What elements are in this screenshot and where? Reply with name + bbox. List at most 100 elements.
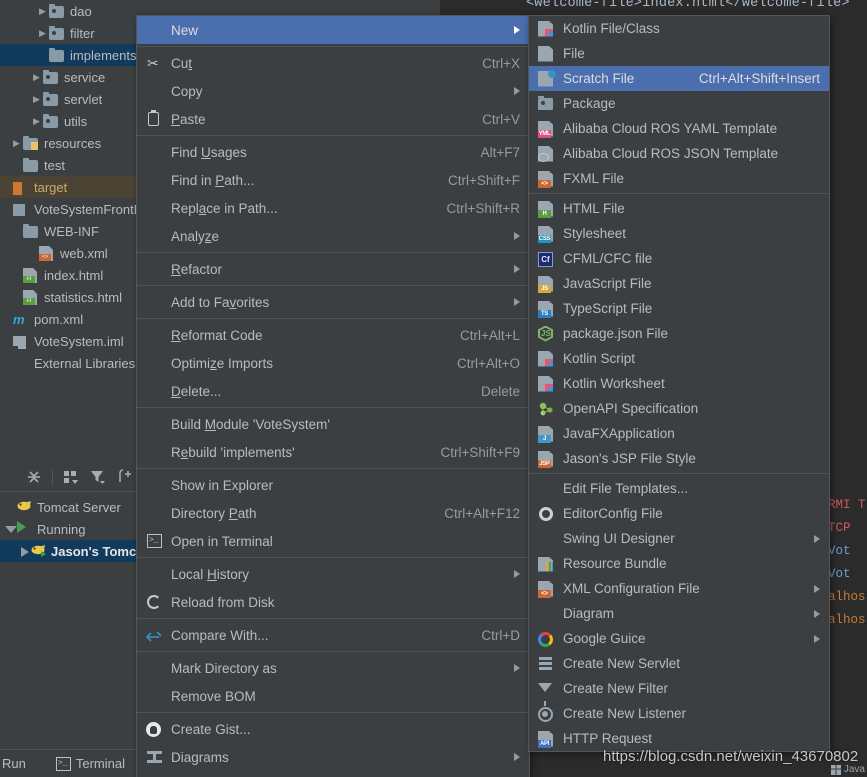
new-item-fxml-file[interactable]: <> FXML File <box>529 166 829 191</box>
run-toolbar[interactable] <box>0 463 152 492</box>
menu-item-delete[interactable]: Delete... Delete <box>137 377 529 405</box>
tree-item-statistics-html[interactable]: Hstatistics.html <box>0 286 152 308</box>
menu-item-rebuild-implements[interactable]: Rebuild 'implements' Ctrl+Shift+F9 <box>137 438 529 466</box>
expand-twisty-icon[interactable] <box>18 540 31 562</box>
new-item-javascript-file[interactable]: JS JavaScript File <box>529 271 829 296</box>
new-item-swing-ui-designer[interactable]: Swing UI Designer <box>529 526 829 551</box>
new-item-kotlin-script[interactable]: Kotlin Script <box>529 346 829 371</box>
menu-item-paste[interactable]: Paste Ctrl+V <box>137 105 529 133</box>
tree-item-external-libraries[interactable]: External Libraries <box>0 352 152 374</box>
menu-item-mark-directory-as[interactable]: Mark Directory as <box>137 654 529 682</box>
new-item-cfml-cfc-file[interactable]: Cf CFML/CFC file <box>529 246 829 271</box>
new-item-stylesheet[interactable]: CSS Stylesheet <box>529 221 829 246</box>
tree-twisty-icon[interactable]: ▶ <box>30 88 43 110</box>
new-item-javafxapplication[interactable]: J JavaFXApplication <box>529 421 829 446</box>
menu-item-remove-bom[interactable]: Remove BOM <box>137 682 529 710</box>
no-icon <box>143 443 167 461</box>
menu-item-directory-path[interactable]: Directory Path Ctrl+Alt+F12 <box>137 499 529 527</box>
menu-item-build-module-votesystem[interactable]: Build Module 'VoteSystem' <box>137 410 529 438</box>
new-item-package[interactable]: Package <box>529 91 829 116</box>
new-item-kotlin-worksheet[interactable]: Kotlin Worksheet <box>529 371 829 396</box>
run-item-jason-s-tomcat[interactable]: Jason's Tomcat <box>0 540 152 562</box>
new-item-editorconfig-file[interactable]: EditorConfig File <box>529 501 829 526</box>
group-icon[interactable] <box>62 468 80 486</box>
status-terminal-button[interactable]: >_ Terminal <box>55 756 125 771</box>
menu-item-label: Jason's JSP File Style <box>563 451 696 466</box>
tree-item-utils[interactable]: ▶ utils <box>0 110 152 132</box>
tree-item-test[interactable]: test <box>0 154 152 176</box>
tree-twisty-icon[interactable]: ▶ <box>36 0 49 22</box>
menu-item-cut[interactable]: ✂ Cut Ctrl+X <box>137 49 529 77</box>
tree-twisty-icon[interactable]: ▶ <box>30 110 43 132</box>
menu-item-diagrams[interactable]: Diagrams <box>137 743 529 771</box>
new-item-create-new-listener[interactable]: Create New Listener <box>529 701 829 726</box>
collapse-twisty-icon[interactable] <box>4 518 17 540</box>
new-item-google-guice[interactable]: Google Guice <box>529 626 829 651</box>
new-item-xml-configuration-file[interactable]: <> XML Configuration File <box>529 576 829 601</box>
new-item-diagram[interactable]: Diagram <box>529 601 829 626</box>
run-tree[interactable]: Tomcat Server Running Jason's Tomcat <box>0 492 152 562</box>
new-item-package-json-file[interactable]: JS package.json File <box>529 321 829 346</box>
menu-item-reload-from-disk[interactable]: Reload from Disk <box>137 588 529 616</box>
collapse-all-icon[interactable] <box>25 468 43 486</box>
menu-item-create-gist[interactable]: Create Gist... <box>137 715 529 743</box>
menu-item-optimize-imports[interactable]: Optimize Imports Ctrl+Alt+O <box>137 349 529 377</box>
tree-twisty-icon[interactable]: ▶ <box>10 132 23 154</box>
new-item-scratch-file[interactable]: Scratch File Ctrl+Alt+Shift+Insert <box>529 66 829 91</box>
tree-item-service[interactable]: ▶ service <box>0 66 152 88</box>
new-item-typescript-file[interactable]: TS TypeScript File <box>529 296 829 321</box>
status-run-button[interactable]: Run <box>2 756 26 771</box>
rerun-icon[interactable] <box>0 468 16 486</box>
tree-item-pom-xml[interactable]: m pom.xml <box>0 308 152 330</box>
menu-item-find-in-path[interactable]: Find in Path... Ctrl+Shift+F <box>137 166 529 194</box>
tree-item-filter[interactable]: ▶ filter <box>0 22 152 44</box>
new-submenu[interactable]: Kotlin File/Class File Scratch File Ctrl+Al… <box>528 15 830 752</box>
tree-item-resources[interactable]: ▶ resources <box>0 132 152 154</box>
menu-item-reformat-code[interactable]: Reformat Code Ctrl+Alt+L <box>137 321 529 349</box>
menu-item-new[interactable]: New <box>137 16 529 44</box>
tree-item-implements[interactable]: implements <box>0 44 152 66</box>
no-icon <box>143 260 167 278</box>
new-item-alibaba-cloud-ros-json-template[interactable]: Alibaba Cloud ROS JSON Template <box>529 141 829 166</box>
menu-item-show-in-explorer[interactable]: Show in Explorer <box>137 471 529 499</box>
tree-item-votesystemfrontpage[interactable]: VoteSystemFrontPage <box>0 198 152 220</box>
chevron-right-icon <box>514 664 520 672</box>
menu-item-open-in-terminal[interactable]: >_ Open in Terminal <box>137 527 529 555</box>
run-item-running[interactable]: Running <box>0 518 152 540</box>
new-item-create-new-servlet[interactable]: Create New Servlet <box>529 651 829 676</box>
menu-item-compare-with[interactable]: Compare With... Ctrl+D <box>137 621 529 649</box>
new-item-resource-bundle[interactable]: Resource Bundle <box>529 551 829 576</box>
context-menu[interactable]: New ✂ Cut Ctrl+X Copy Paste Ctrl+V Find Usages A… <box>136 15 530 777</box>
no-icon <box>143 415 167 433</box>
filter-icon[interactable] <box>89 468 107 486</box>
new-item-kotlin-file-class[interactable]: Kotlin File/Class <box>529 16 829 41</box>
add-icon[interactable] <box>116 468 134 486</box>
new-item-openapi-specification[interactable]: OpenAPI Specification <box>529 396 829 421</box>
project-tree[interactable]: ▶ dao ▶ filter implements ▶ service ▶ servlet ▶ ut… <box>0 0 152 437</box>
menu-item-alibaba-cloud[interactable]: ⬚Alibaba Cloud <box>137 771 529 777</box>
menu-item-local-history[interactable]: Local History <box>137 560 529 588</box>
new-item-edit-file-templates[interactable]: Edit File Templates... <box>529 476 829 501</box>
menu-item-refactor[interactable]: Refactor <box>137 255 529 283</box>
tree-item-index-html[interactable]: Hindex.html <box>0 264 152 286</box>
menu-item-copy[interactable]: Copy <box>137 77 529 105</box>
new-item-create-new-filter[interactable]: Create New Filter <box>529 676 829 706</box>
tree-twisty-icon[interactable]: ▶ <box>30 66 43 88</box>
tree-item-servlet[interactable]: ▶ servlet <box>0 88 152 110</box>
new-item-file[interactable]: File <box>529 41 829 66</box>
menu-item-analyze[interactable]: Analyze <box>137 222 529 250</box>
menu-item-find-usages[interactable]: Find Usages Alt+F7 <box>137 138 529 166</box>
tree-item-votesystem-iml[interactable]: VoteSystem.iml <box>0 330 152 352</box>
tree-item-dao[interactable]: ▶ dao <box>0 0 152 22</box>
tree-item-web-xml[interactable]: <> web.xml <box>0 242 152 264</box>
run-item-tomcat-server[interactable]: Tomcat Server <box>0 496 152 518</box>
new-item-alibaba-cloud-ros-yaml-template[interactable]: YML Alibaba Cloud ROS YAML Template <box>529 116 829 141</box>
tree-item-target[interactable]: target <box>0 176 152 198</box>
new-item-jason-s-jsp-file-style[interactable]: JSP Jason's JSP File Style <box>529 446 829 471</box>
maven-file-icon: m <box>13 312 25 327</box>
new-item-html-file[interactable]: H HTML File <box>529 196 829 221</box>
tree-twisty-icon[interactable]: ▶ <box>36 22 49 44</box>
menu-item-replace-in-path[interactable]: Replace in Path... Ctrl+Shift+R <box>137 194 529 222</box>
tree-item-web-inf[interactable]: WEB-INF <box>0 220 152 242</box>
menu-item-add-to-favorites[interactable]: Add to Favorites <box>137 288 529 316</box>
